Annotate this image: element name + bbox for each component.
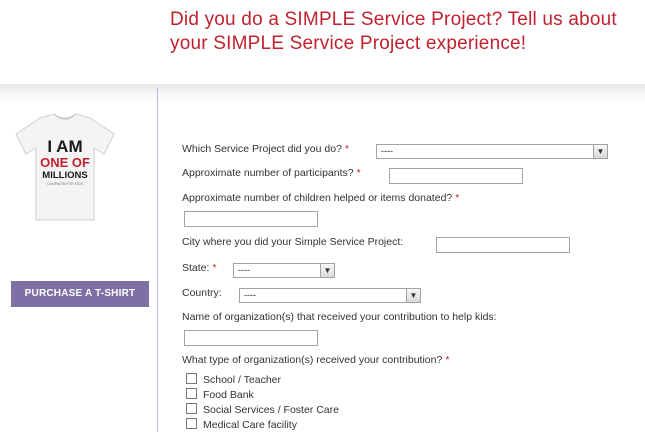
checkbox-social-services[interactable] xyxy=(186,403,197,414)
chevron-down-icon[interactable]: ▼ xyxy=(593,145,607,158)
state-label: State: * xyxy=(182,262,217,274)
checkbox-medical-care[interactable] xyxy=(186,418,197,429)
state-select[interactable]: ---- ▼ xyxy=(233,263,335,278)
chevron-down-icon[interactable]: ▼ xyxy=(320,264,334,277)
children-helped-label: Approximate number of children helped or… xyxy=(182,192,460,204)
org-type-option[interactable]: Medical Care facility xyxy=(186,418,297,432)
org-type-label: What type of organization(s) received yo… xyxy=(182,354,450,366)
service-project-label: Which Service Project did you do? * xyxy=(182,143,350,155)
participants-label: Approximate number of participants? * xyxy=(182,167,361,179)
chevron-down-icon[interactable]: ▼ xyxy=(406,289,420,302)
city-input[interactable] xyxy=(436,237,570,253)
children-helped-input[interactable] xyxy=(184,211,318,227)
organization-name-label: Name of organization(s) that received yo… xyxy=(182,311,497,323)
org-type-option[interactable]: School / Teacher xyxy=(186,373,281,387)
service-project-select[interactable]: ---- ▼ xyxy=(376,144,608,159)
participants-input[interactable] xyxy=(389,168,523,184)
country-select[interactable]: ---- ▼ xyxy=(239,288,421,303)
organization-name-input[interactable] xyxy=(184,330,318,346)
city-label: City where you did your Simple Service P… xyxy=(182,236,404,248)
country-label: Country: xyxy=(182,287,222,299)
service-project-form: Which Service Project did you do? * ---- … xyxy=(0,0,645,432)
checkbox-school-teacher[interactable] xyxy=(186,373,197,384)
org-type-option[interactable]: Food Bank xyxy=(186,388,254,402)
checkbox-food-bank[interactable] xyxy=(186,388,197,399)
org-type-option[interactable]: Social Services / Foster Care xyxy=(186,403,339,417)
